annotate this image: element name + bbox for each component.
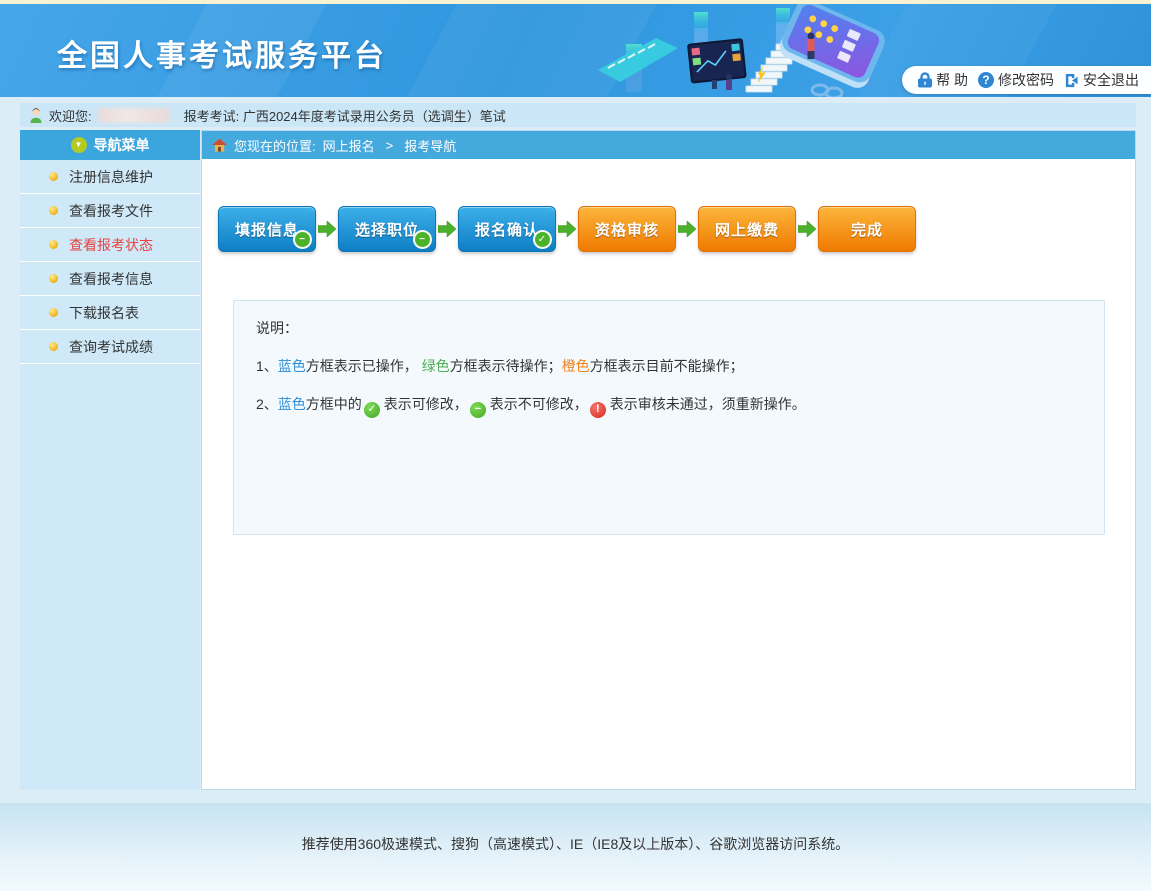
home-icon [212,138,227,152]
minus-badge-icon: − [293,230,312,249]
bullet-icon [49,342,58,351]
logout-button[interactable]: 安全退出 [1064,70,1139,90]
blue-word: 蓝色 [278,358,306,374]
notes-line1-text1: 方框表示已操作， [306,358,422,374]
sidebar-item-label: 下载报名表 [69,303,139,323]
notes-title: 说明： [256,318,1094,338]
change-password-button[interactable]: ? 修改密码 [978,70,1054,90]
exit-icon [1064,73,1079,88]
exclamation-circle-icon: ! [590,402,606,418]
step-label: 选择职位 [355,219,419,240]
bullet-icon [49,240,58,249]
help-label: 帮 助 [936,70,968,90]
sidebar-header: ▼ 导航菜单 [20,130,200,160]
main-panel: 您现在的位置: 网上报名 > 报考导航 填报信息 − 选择职位 − [201,130,1136,790]
legend-notes-box: 说明： 1、蓝色方框表示已操作， 绿色方框表示待操作；橙色方框表示目前不能操作；… [233,300,1105,535]
notes-line2-prefix: 2、 [256,396,278,412]
main-body: 填报信息 − 选择职位 − 报名确认 ✓ [202,159,1135,789]
notes-line-2: 2、蓝色方框中的✓表示可修改，−表示不可修改，!表示审核未通过，须重新操作。 [256,394,1094,418]
notes-line2-text3: 表示不可修改， [490,396,588,412]
flow-arrow-icon [798,221,816,237]
check-circle-icon: ✓ [364,402,380,418]
browser-recommendation: 推荐使用360极速模式、搜狗（高速模式）、IE（IE8及以上版本）、谷歌浏览器访… [302,836,850,852]
breadcrumb: 您现在的位置: 网上报名 > 报考导航 [202,131,1135,159]
orange-word: 橙色 [562,358,590,374]
question-icon: ? [978,72,994,88]
step-online-payment: 网上缴费 [698,206,796,252]
sidebar-item-label: 查看报考文件 [69,201,153,221]
notes-line2-text2: 表示可修改， [384,396,468,412]
step-label: 报名确认 [475,219,539,240]
step-select-position[interactable]: 选择职位 − [338,206,436,252]
help-button[interactable]: 帮 助 [918,70,968,90]
green-word: 绿色 [422,358,450,374]
bullet-icon [49,274,58,283]
bullet-icon [49,308,58,317]
step-confirm-registration[interactable]: 报名确认 ✓ [458,206,556,252]
logout-label: 安全退出 [1083,70,1139,90]
lock-icon [918,72,932,88]
breadcrumb-separator: > [386,138,394,153]
flow-arrow-icon [318,221,336,237]
sidebar-item-label: 查看报考信息 [69,269,153,289]
page-footer: 推荐使用360极速模式、搜狗（高速模式）、IE（IE8及以上版本）、谷歌浏览器访… [0,803,1151,891]
breadcrumb-section[interactable]: 网上报名 [323,136,375,155]
registration-steps-flow: 填报信息 − 选择职位 − 报名确认 ✓ [218,206,1135,252]
sidebar-item-view-application-info[interactable]: 查看报考信息 [20,262,200,296]
user-avatar-icon [28,107,44,123]
sidebar-item-query-scores[interactable]: 查询考试成绩 [20,330,200,364]
step-qualification-review: 资格审核 [578,206,676,252]
sidebar-item-label: 注册信息维护 [69,167,153,187]
chevron-down-icon: ▼ [71,137,87,153]
sidebar-item-view-exam-files[interactable]: 查看报考文件 [20,194,200,228]
content-area: ▼ 导航菜单 注册信息维护 查看报考文件 查看报考状态 查看报考信息 下载报名表… [20,130,1136,790]
header-illustration [598,4,898,97]
notes-line2-text4: 表示审核未通过，须重新操作。 [610,396,806,412]
bullet-icon [49,206,58,215]
notes-line1-prefix: 1、 [256,358,278,374]
step-label: 资格审核 [595,219,659,240]
sidebar-item-view-application-status[interactable]: 查看报考状态 [20,228,200,262]
step-label: 填报信息 [235,219,299,240]
sidebar-item-label: 查询考试成绩 [69,337,153,357]
flow-arrow-icon [438,221,456,237]
step-label: 网上缴费 [715,219,779,240]
sidebar-item-register-info[interactable]: 注册信息维护 [20,160,200,194]
flow-arrow-icon [678,221,696,237]
notes-line-1: 1、蓝色方框表示已操作， 绿色方框表示待操作；橙色方框表示目前不能操作； [256,356,1094,376]
bullet-icon [49,172,58,181]
sidebar-title: 导航菜单 [94,135,150,155]
welcome-label: 欢迎您: [49,106,92,125]
sidebar-nav: ▼ 导航菜单 注册信息维护 查看报考文件 查看报考状态 查看报考信息 下载报名表… [20,130,200,790]
step-label: 完成 [851,219,883,240]
step-fill-info[interactable]: 填报信息 − [218,206,316,252]
exam-info-label: 报考考试: 广西2024年度考试录用公务员（选调生）笔试 [184,106,506,125]
notes-line1-text3: 方框表示目前不能操作； [590,358,744,374]
blue-word: 蓝色 [278,396,306,412]
sidebar-item-label: 查看报考状态 [69,235,153,255]
check-badge-icon: ✓ [533,230,552,249]
notes-line2-text1: 方框中的 [306,396,362,412]
welcome-bar: 欢迎您: 报考考试: 广西2024年度考试录用公务员（选调生）笔试 [20,103,1136,127]
sidebar-item-download-form[interactable]: 下载报名表 [20,296,200,330]
step-complete: 完成 [818,206,916,252]
platform-title: 全国人事考试服务平台 [57,31,387,75]
minus-badge-icon: − [413,230,432,249]
user-name-redacted [98,108,170,123]
flow-arrow-icon [558,221,576,237]
app-header: 全国人事考试服务平台 [0,4,1151,97]
change-password-label: 修改密码 [998,70,1054,90]
notes-line1-text2: 方框表示待操作； [450,358,562,374]
breadcrumb-label: 您现在的位置: [234,136,316,155]
utility-bar: 帮 助 ? 修改密码 安全退出 [902,66,1151,94]
minus-circle-icon: − [470,402,486,418]
breadcrumb-current: 报考导航 [404,136,456,155]
